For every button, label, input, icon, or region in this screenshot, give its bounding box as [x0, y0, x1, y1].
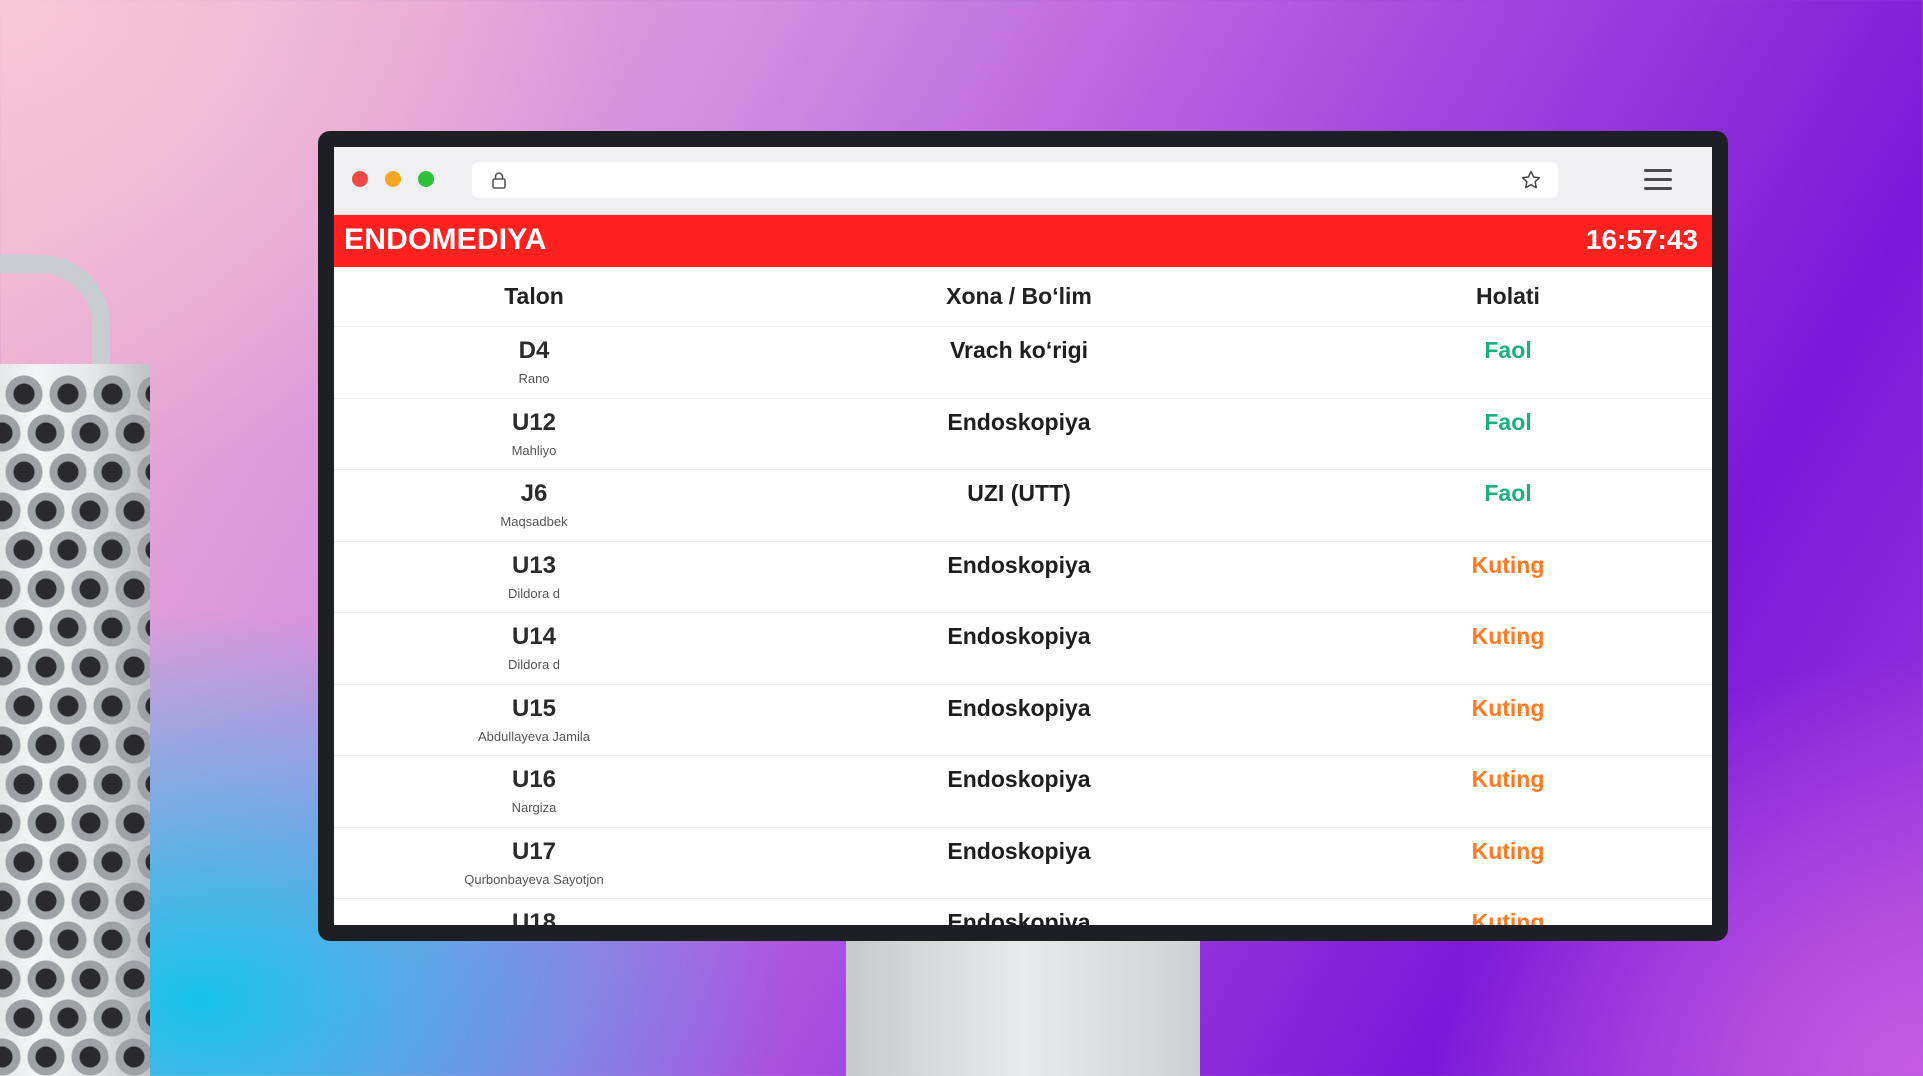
- status-cell: Kuting: [1304, 828, 1712, 899]
- patient-name: Qurbonbayeva Sayotjon: [464, 871, 604, 887]
- status-cell: Faol: [1304, 327, 1712, 398]
- status-badge: Faol: [1484, 480, 1532, 506]
- talon-cell: U18: [334, 899, 734, 925]
- table-row: D4 Rano Vrach ko‘rigi Faol: [334, 327, 1712, 399]
- queue-table: Talon Xona / Bo‘lim Holati D4 Rano Vrach k…: [334, 267, 1712, 925]
- talon-number: U15: [511, 694, 557, 722]
- status-cell: Kuting: [1304, 685, 1712, 756]
- talon-number: U18: [511, 909, 557, 925]
- status-cell: Faol: [1304, 399, 1712, 470]
- talon-number: U12: [511, 408, 557, 436]
- table-row: U17 Qurbonbayeva Sayotjon Endoskopiya Kutin…: [334, 828, 1712, 899]
- hamburger-menu-icon[interactable]: [1644, 169, 1672, 191]
- status-cell: Kuting: [1304, 613, 1712, 684]
- talon-cell: U15 Abdullayeva Jamila: [334, 685, 734, 756]
- header-talon: Talon: [504, 283, 564, 309]
- room-name: UZI (UTT): [967, 480, 1071, 506]
- app-header: ENDOMEDIYA 16:57:43: [334, 215, 1712, 267]
- room-name: Endoskopiya: [947, 909, 1091, 925]
- patient-name: Dildora d: [507, 585, 561, 601]
- talon-cell: D4 Rano: [334, 327, 734, 398]
- patient-name: Abdullayeva Jamila: [477, 728, 590, 744]
- table-row: J6 Maqsadbek UZI (UTT) Faol: [334, 470, 1712, 542]
- room-cell: Endoskopiya: [734, 613, 1304, 684]
- talon-cell: J6 Maqsadbek: [334, 470, 734, 541]
- table-header: Talon Xona / Bo‘lim Holati: [334, 267, 1712, 327]
- header-status: Holati: [1476, 283, 1540, 309]
- table-body: D4 Rano Vrach ko‘rigi Faol U12 Mahliyo Endosko…: [334, 327, 1712, 925]
- status-badge: Kuting: [1471, 694, 1545, 721]
- talon-number: U13: [511, 551, 557, 579]
- talon-number: J6: [520, 480, 548, 507]
- header-room: Xona / Bo‘lim: [946, 283, 1092, 309]
- status-cell: Kuting: [1304, 899, 1712, 925]
- address-bar[interactable]: [472, 162, 1558, 198]
- room-cell: Endoskopiya: [734, 899, 1304, 925]
- table-row: U13 Dildora d Endoskopiya Kuting: [334, 542, 1712, 613]
- talon-cell: U13 Dildora d: [334, 542, 734, 613]
- talon-number: U17: [511, 837, 557, 865]
- status-badge: Kuting: [1471, 909, 1545, 925]
- table-row: U14 Dildora d Endoskopiya Kuting: [334, 613, 1712, 685]
- status-badge: Kuting: [1471, 837, 1545, 864]
- room-name: Endoskopiya: [947, 837, 1091, 864]
- lock-icon: [492, 172, 506, 189]
- room-name: Endoskopiya: [947, 623, 1091, 649]
- talon-cell: U12 Mahliyo: [334, 399, 734, 470]
- room-name: Endoskopiya: [947, 694, 1091, 721]
- status-badge: Faol: [1484, 408, 1532, 435]
- room-cell: Endoskopiya: [734, 685, 1304, 756]
- room-cell: Endoskopiya: [734, 399, 1304, 470]
- status-badge: Faol: [1484, 337, 1532, 363]
- patient-name: Rano: [518, 371, 550, 386]
- talon-cell: U17 Qurbonbayeva Sayotjon: [334, 828, 734, 899]
- monitor-stand: [846, 940, 1200, 1076]
- patient-name: Maqsadbek: [500, 514, 568, 529]
- room-cell: Endoskopiya: [734, 756, 1304, 827]
- talon-cell: U14 Dildora d: [334, 613, 734, 684]
- maximize-window-button[interactable]: [418, 171, 434, 187]
- talon-number: D4: [518, 337, 550, 364]
- bookmark-star-icon[interactable]: [1520, 169, 1542, 191]
- tower-grille: [0, 374, 150, 1076]
- patient-name: Dildora d: [507, 657, 561, 672]
- room-name: Endoskopiya: [947, 551, 1091, 578]
- room-cell: Endoskopiya: [734, 828, 1304, 899]
- table-row: U12 Mahliyo Endoskopiya Faol: [334, 399, 1712, 470]
- table-row: U15 Abdullayeva Jamila Endoskopiya Kuting: [334, 685, 1712, 756]
- brand-title: ENDOMEDIYA: [344, 223, 547, 256]
- browser-toolbar: [334, 147, 1712, 215]
- browser-window: ENDOMEDIYA 16:57:43 Talon Xona / Bo‘lim …: [334, 147, 1712, 925]
- room-cell: Vrach ko‘rigi: [734, 327, 1304, 398]
- room-name: Endoskopiya: [947, 408, 1091, 435]
- talon-number: U14: [511, 623, 557, 650]
- table-row: U18 Endoskopiya Kuting: [334, 899, 1712, 925]
- status-cell: Faol: [1304, 470, 1712, 541]
- talon-number: U16: [511, 766, 557, 793]
- room-name: Endoskopiya: [947, 766, 1091, 792]
- status-cell: Kuting: [1304, 542, 1712, 613]
- clock: 16:57:43: [1585, 224, 1698, 255]
- patient-name: Nargiza: [511, 800, 557, 815]
- minimize-window-button[interactable]: [385, 171, 401, 187]
- talon-cell: U16 Nargiza: [334, 756, 734, 827]
- close-window-button[interactable]: [352, 171, 368, 187]
- mac-pro-tower: [0, 364, 150, 1076]
- status-badge: Kuting: [1471, 551, 1545, 578]
- room-cell: Endoskopiya: [734, 542, 1304, 613]
- status-badge: Kuting: [1471, 623, 1545, 649]
- table-row: U16 Nargiza Endoskopiya Kuting: [334, 756, 1712, 828]
- room-name: Vrach ko‘rigi: [949, 337, 1089, 363]
- status-cell: Kuting: [1304, 756, 1712, 827]
- status-badge: Kuting: [1471, 766, 1545, 792]
- monitor-bezel: ENDOMEDIYA 16:57:43 Talon Xona / Bo‘lim …: [318, 131, 1728, 941]
- room-cell: UZI (UTT): [734, 470, 1304, 541]
- patient-name: Mahliyo: [511, 442, 557, 458]
